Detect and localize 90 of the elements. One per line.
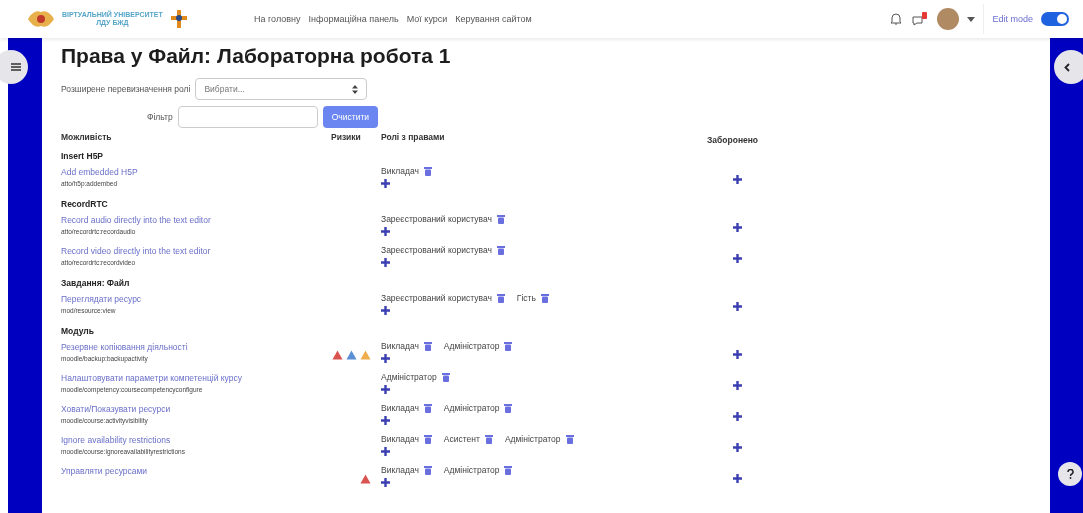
role-name: Адміністратор	[443, 403, 500, 413]
cross-emblem-icon	[168, 9, 189, 29]
capability-link[interactable]: Record audio directly into the text editor	[61, 212, 331, 225]
filter-label: Фільтр	[147, 112, 173, 122]
add-prohibit-icon[interactable]	[732, 350, 742, 359]
add-role-icon[interactable]	[381, 258, 390, 267]
drawer-toggle-button[interactable]	[1054, 50, 1083, 84]
trash-icon[interactable]	[423, 341, 432, 351]
add-prohibit-icon[interactable]	[732, 223, 742, 232]
role-name: Адміністратор	[504, 434, 561, 444]
filter-field[interactable]	[177, 106, 318, 128]
avatar-icon[interactable]	[937, 8, 960, 30]
trash-icon[interactable]	[540, 293, 549, 303]
capability-link[interactable]: Record video directly into the text editor	[61, 243, 331, 256]
role-select[interactable]: Вибрати...	[195, 78, 368, 100]
drawer-toggle-button[interactable]	[0, 50, 28, 84]
column-header: Ризики	[331, 132, 362, 144]
capability-link[interactable]: Налаштовувати параметри компетенцій курсу	[61, 370, 331, 383]
trash-icon[interactable]	[441, 372, 450, 382]
capability-link[interactable]: Управляти ресурсами	[61, 463, 331, 476]
add-prohibit-icon[interactable]	[732, 443, 742, 452]
nav-link[interactable]: На головну	[254, 14, 301, 24]
edit-mode-label: Edit mode	[992, 14, 1033, 24]
caret-icon[interactable]	[967, 16, 976, 22]
nav-link[interactable]: Мої курси	[406, 14, 448, 24]
trash-icon[interactable]	[504, 465, 513, 475]
menu-icon	[11, 63, 21, 71]
add-prohibit-icon[interactable]	[732, 302, 742, 311]
trash-icon[interactable]	[423, 403, 432, 413]
add-role-icon[interactable]	[381, 385, 390, 394]
role-name: Викладач	[381, 434, 419, 444]
role-name: Адміністратор	[443, 341, 500, 351]
group-heading: Insert H5P	[61, 149, 105, 163]
capability-link[interactable]: Ховати/Показувати ресурси	[61, 401, 331, 414]
add-role-icon[interactable]	[381, 227, 390, 236]
column-header: Заборонено	[707, 133, 760, 147]
add-role-icon[interactable]	[381, 416, 390, 425]
column-header: Можливість	[61, 132, 113, 144]
add-role-icon[interactable]	[381, 179, 390, 188]
add-prohibit-icon[interactable]	[732, 381, 742, 390]
capability-link[interactable]: Add embedded H5P	[61, 164, 331, 177]
column-header: Ролі з правами	[380, 132, 446, 144]
role-name: Гість	[516, 293, 536, 303]
role-name: Викладач	[381, 403, 419, 413]
add-prohibit-icon[interactable]	[732, 254, 742, 263]
role-name: Викладач	[381, 465, 419, 475]
group-heading: RecordRTC	[61, 197, 109, 211]
select-arrows-icon	[352, 84, 359, 94]
trash-icon[interactable]	[496, 293, 505, 303]
chat-icon[interactable]	[911, 11, 930, 27]
role-name: Асистент	[443, 434, 480, 444]
add-role-icon[interactable]	[381, 447, 390, 456]
add-prohibit-icon[interactable]	[732, 474, 742, 483]
role-name: Викладач	[381, 341, 419, 351]
override-label: Розширене перевизначення ролі	[61, 84, 191, 94]
nav-link[interactable]: Керування сайтом	[455, 14, 532, 24]
group-heading: Модуль	[61, 324, 95, 338]
nav-link[interactable]: Інформаційна панель	[308, 14, 399, 24]
page-title: Права у Файл: Лабораторна робота 1	[61, 44, 452, 68]
capability-link[interactable]: Переглядати ресурс	[61, 291, 331, 304]
trash-icon[interactable]	[504, 341, 513, 351]
role-name: Зареєстрований користувач	[381, 245, 492, 255]
trash-icon[interactable]	[496, 214, 505, 224]
capability-link[interactable]: Резервне копіювання діяльності	[61, 339, 331, 352]
trash-icon[interactable]	[423, 166, 432, 176]
question-mark-icon	[1066, 469, 1074, 479]
edit-mode-toggle[interactable]	[1041, 12, 1069, 26]
clear-button[interactable]: Очистити	[322, 106, 379, 128]
add-role-icon[interactable]	[381, 306, 390, 315]
add-prohibit-icon[interactable]	[732, 175, 742, 184]
role-name: Зареєстрований користувач	[381, 293, 492, 303]
role-name: Адміністратор	[381, 372, 437, 382]
trash-icon[interactable]	[496, 245, 505, 255]
group-heading: Завдання: Файл	[61, 276, 131, 290]
trash-icon[interactable]	[484, 434, 493, 444]
add-role-icon[interactable]	[381, 478, 390, 487]
trash-icon[interactable]	[504, 403, 513, 413]
trash-icon[interactable]	[423, 465, 432, 475]
trash-icon[interactable]	[565, 434, 574, 444]
trash-icon[interactable]	[423, 434, 432, 444]
help-button[interactable]	[1058, 462, 1082, 486]
add-role-icon[interactable]	[381, 354, 390, 363]
role-name: Зареєстрований користувач	[381, 214, 492, 224]
emblem-icon	[26, 9, 56, 29]
chevron-left-icon	[1064, 62, 1070, 72]
role-name: Адміністратор	[443, 465, 500, 475]
capability-link[interactable]: Ignore availability restrictions	[61, 432, 331, 445]
bell-icon[interactable]	[889, 12, 904, 26]
add-prohibit-icon[interactable]	[732, 412, 742, 421]
role-name: Викладач	[381, 166, 419, 176]
